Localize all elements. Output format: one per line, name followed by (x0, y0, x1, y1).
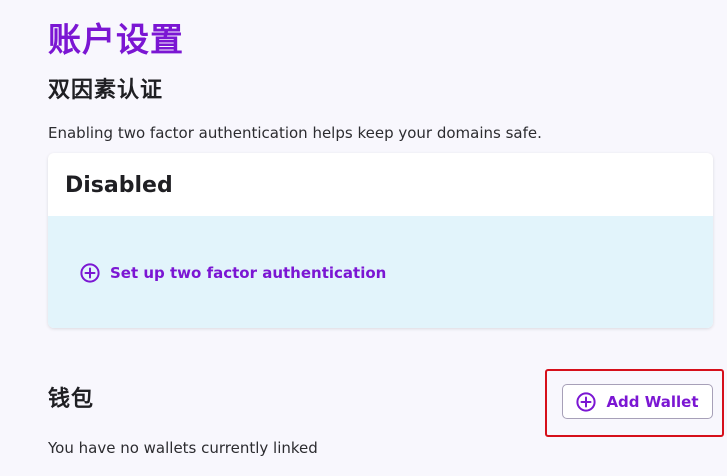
page-title: 账户设置 (48, 20, 184, 59)
setup-two-factor-link[interactable]: Set up two factor authentication (80, 262, 386, 284)
add-wallet-button[interactable]: Add Wallet (562, 384, 713, 419)
setup-two-factor-label: Set up two factor authentication (110, 264, 387, 282)
two-factor-card: Disabled Set up two factor authenticatio… (48, 153, 713, 328)
account-settings-page: 账户设置 双因素认证 Enabling two factor authentic… (0, 0, 727, 476)
two-factor-card-body: Set up two factor authentication (48, 216, 713, 328)
plus-circle-icon (80, 263, 100, 283)
wallet-empty-message: You have no wallets currently linked (48, 439, 318, 457)
two-factor-description: Enabling two factor authentication helps… (48, 124, 542, 142)
add-wallet-label: Add Wallet (606, 392, 699, 411)
wallet-section-title: 钱包 (48, 387, 95, 412)
plus-circle-icon (576, 391, 597, 412)
two-factor-status: Disabled (65, 173, 173, 198)
two-factor-section-title: 双因素认证 (48, 78, 164, 103)
